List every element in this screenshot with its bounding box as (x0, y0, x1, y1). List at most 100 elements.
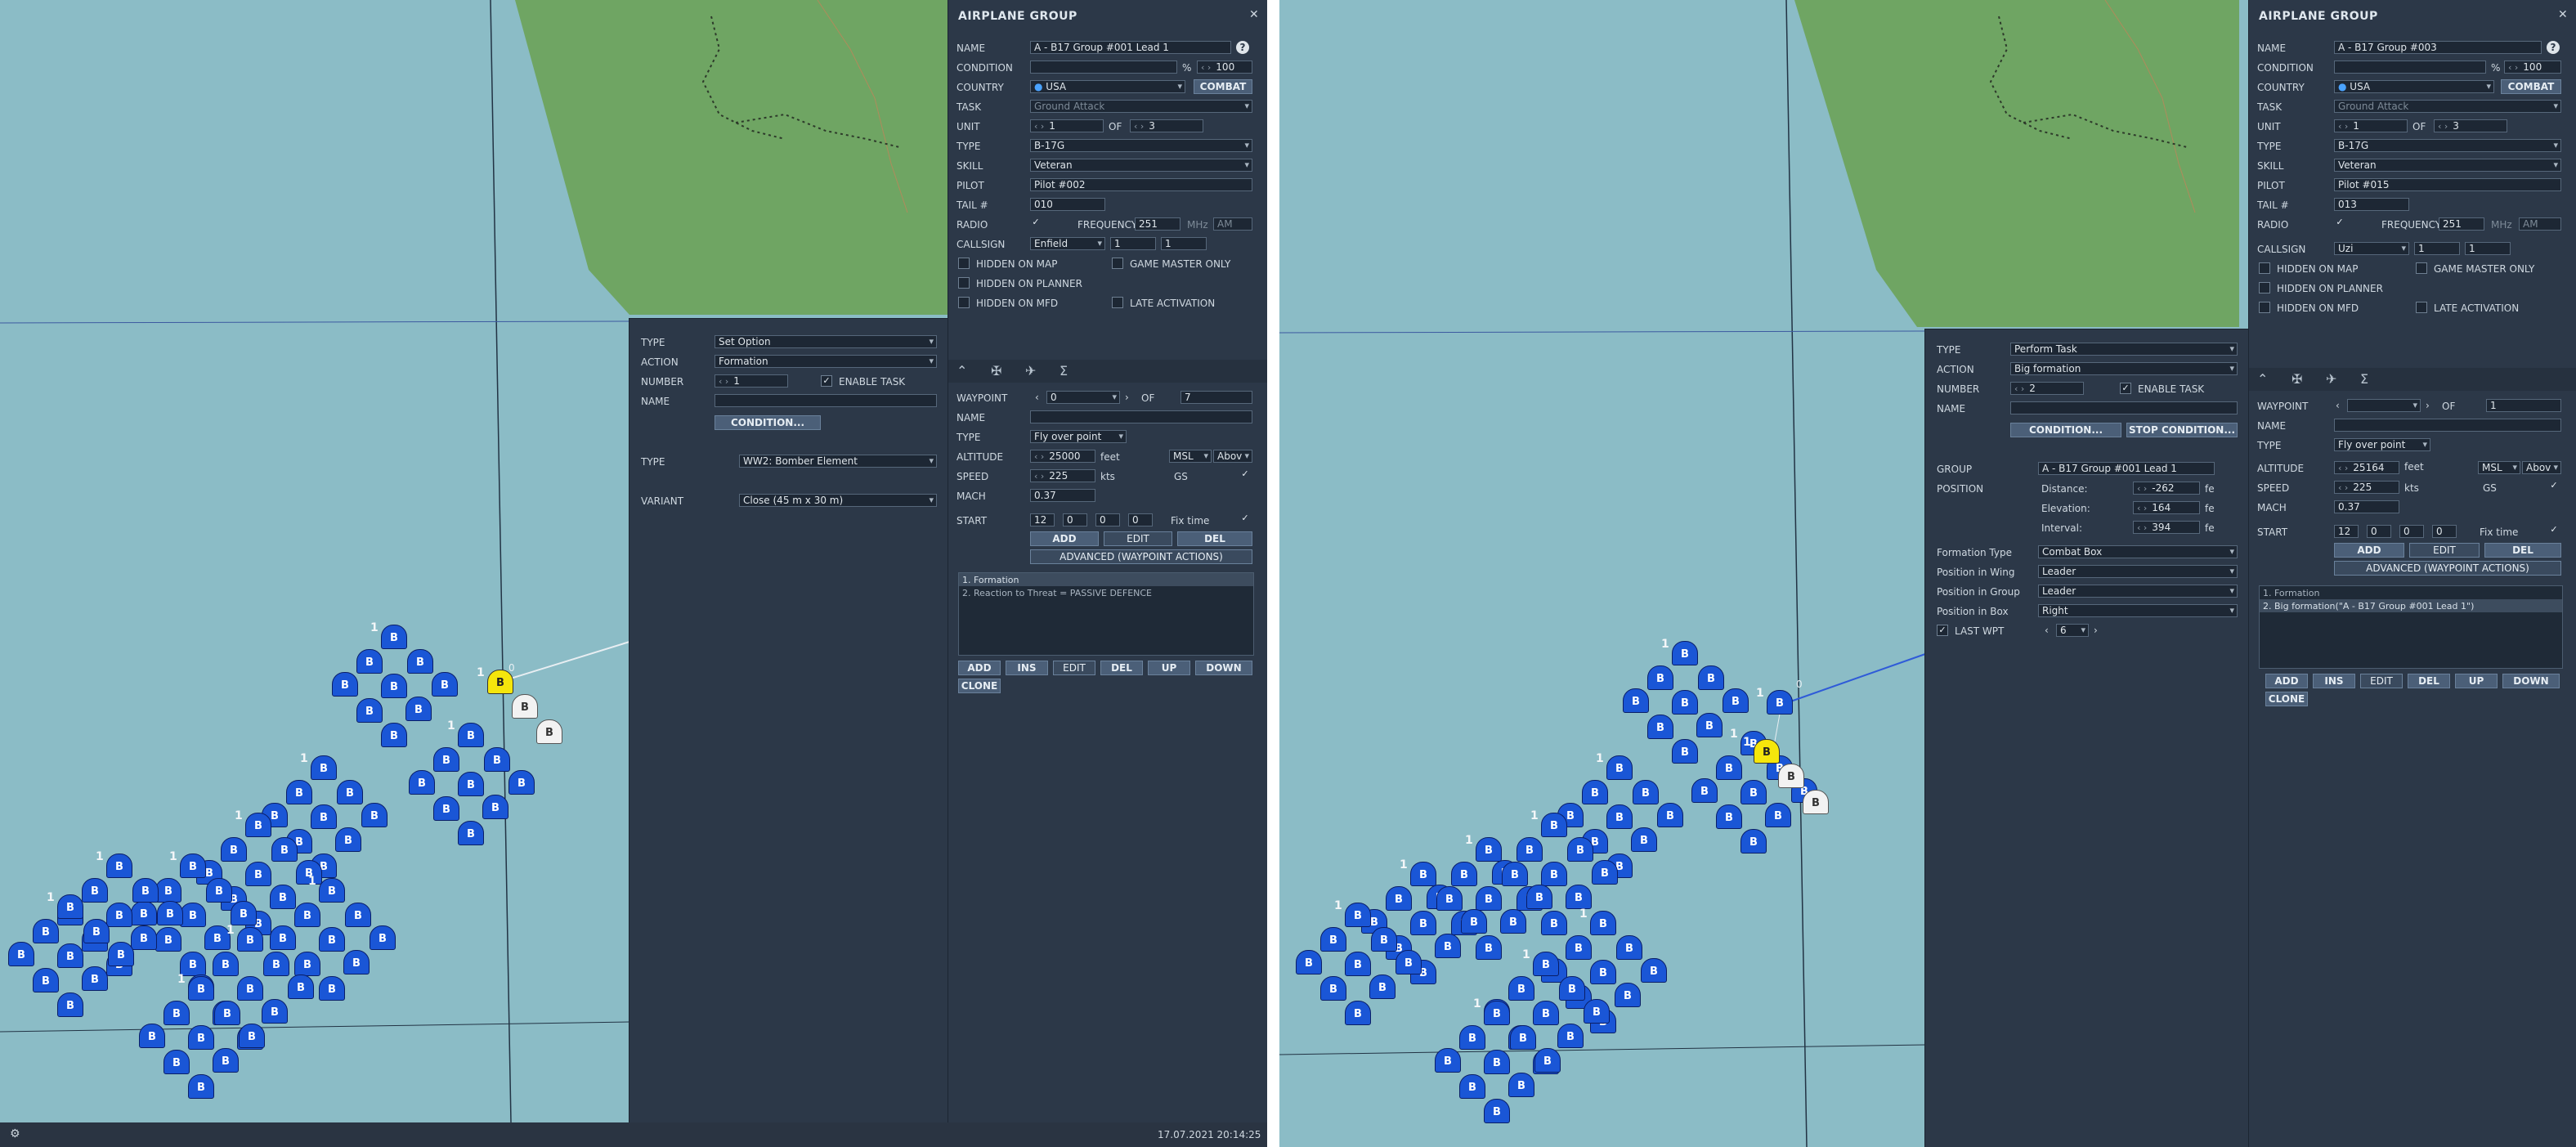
start-minutes[interactable]: 0 (1063, 513, 1087, 526)
bomber-icon[interactable]: B1 (1743, 736, 1780, 764)
bomber-icon[interactable]: B (57, 989, 83, 1017)
bomber-icon[interactable]: B (270, 881, 296, 909)
bomber-icon[interactable]: B (458, 818, 484, 845)
frequency-input[interactable]: 251 (1135, 217, 1180, 231)
bomber-icon[interactable]: B (270, 922, 296, 950)
bomber-icon[interactable]: B1 (1465, 834, 1502, 862)
bomber-icon[interactable]: B (512, 691, 538, 719)
bomber-icon[interactable]: B (484, 744, 510, 772)
advanced-actions-button[interactable]: ADVANCED (WAYPOINT ACTIONS) (2334, 561, 2561, 576)
bomber-icon[interactable]: B (33, 916, 59, 943)
bomber-icon[interactable]: B (1436, 883, 1463, 911)
action-edit-button[interactable]: EDIT (2360, 674, 2403, 688)
position-wing-select[interactable]: Leader (2038, 565, 2238, 578)
bomber-icon[interactable]: B (1592, 857, 1618, 885)
start-hours[interactable]: 12 (2334, 525, 2359, 538)
bomber-icon[interactable]: B (1320, 973, 1346, 1001)
bomber-icon[interactable]: B1 (370, 621, 407, 649)
last-wpt-checkbox[interactable]: ✓ (1937, 625, 1948, 636)
bomber-icon[interactable]: B (221, 834, 247, 862)
tab-aircraft-icon[interactable]: ✈ (2326, 371, 2336, 387)
enable-task-checkbox[interactable]: ✓ (821, 375, 832, 387)
tab-summary-icon[interactable]: Σ (1060, 363, 1068, 379)
bomber-icon[interactable]: B1 (447, 719, 484, 747)
start-seconds[interactable]: 0 (2399, 525, 2424, 538)
unit-stepper[interactable]: 1 (2334, 119, 2408, 132)
bomber-icon[interactable]: B (1672, 736, 1698, 764)
bomber-icon[interactable]: B (213, 1045, 239, 1073)
wp-name-input[interactable] (2334, 419, 2561, 432)
bomber-icon[interactable]: B1 (1530, 809, 1567, 837)
mach-input[interactable]: 0.37 (2334, 500, 2399, 513)
bomber-icon[interactable]: B (57, 940, 83, 968)
distance-input[interactable]: -262 (2133, 482, 2200, 495)
bomber-icon[interactable]: B1 (1473, 997, 1510, 1025)
start-seconds[interactable]: 0 (1095, 513, 1120, 526)
list-item[interactable]: 2. Reaction to Threat = PASSIVE DEFENCE (959, 586, 1253, 599)
country-select[interactable]: ● USA (1030, 80, 1185, 93)
bomber-icon[interactable]: B1 (1522, 948, 1559, 976)
type-select[interactable]: Perform Task (2010, 343, 2238, 356)
unit-total-stepper[interactable]: 3 (1130, 119, 1203, 132)
bomber-icon[interactable]: B (245, 858, 271, 886)
position-box-select[interactable]: Right (2038, 604, 2238, 617)
wp-del-button[interactable]: DEL (2484, 543, 2561, 558)
am-select[interactable]: AM (1213, 217, 1252, 231)
bomber-icon[interactable]: B (1459, 1071, 1485, 1099)
bomber-icon[interactable]: B (1345, 948, 1371, 976)
bomber-icon[interactable]: B (405, 693, 432, 721)
formation-type-select[interactable]: WW2: Bomber Element (739, 455, 937, 468)
country-select[interactable]: ● USA (2334, 80, 2494, 93)
bomber-icon[interactable]: B (132, 875, 159, 903)
bomber-icon[interactable]: B (345, 899, 371, 927)
bomber-icon[interactable]: B1 (308, 875, 345, 903)
bomber-icon[interactable]: B (164, 997, 190, 1025)
bomber-icon[interactable]: B (263, 948, 289, 976)
late-activation-checkbox[interactable] (2416, 302, 2427, 313)
hidden-map-checkbox[interactable] (2259, 262, 2270, 274)
formation-type-select[interactable]: Combat Box (2038, 545, 2238, 558)
bomber-icon[interactable]: B (482, 791, 508, 819)
help-icon[interactable]: ? (1236, 41, 1249, 54)
list-item[interactable]: 1. Formation (959, 573, 1253, 586)
bomber-icon[interactable]: B (381, 670, 407, 698)
bomber-icon[interactable]: B (106, 899, 132, 927)
bomber-icon[interactable]: B (131, 922, 157, 950)
advanced-actions-button[interactable]: ADVANCED (WAYPOINT ACTIONS) (1030, 549, 1252, 564)
stop-condition-button[interactable]: STOP CONDITION... (2126, 423, 2238, 437)
fix-time-checkbox[interactable]: ✓ (1239, 513, 1251, 525)
start-extra[interactable]: 0 (2432, 525, 2457, 538)
bomber-icon[interactable]: B (231, 898, 257, 925)
bomber-icon[interactable]: B1 (177, 973, 214, 1001)
bomber-icon[interactable]: B1 (300, 752, 337, 780)
bomber-icon[interactable]: B (1696, 710, 1723, 737)
bomber-icon[interactable]: B1 (226, 924, 263, 952)
callsign-number-2[interactable]: 1 (1161, 237, 1207, 250)
actions-list[interactable]: 1. Formation 2. Big formation("A - B17 G… (2259, 585, 2563, 669)
bomber-icon[interactable]: B (214, 997, 240, 1025)
bomber-icon[interactable]: B (82, 963, 108, 991)
bomber-icon[interactable]: B1 (1334, 899, 1371, 927)
bomber-icon[interactable]: B (332, 669, 358, 697)
action-edit-button[interactable]: EDIT (1053, 661, 1095, 675)
number-stepper[interactable]: 2 (2010, 382, 2084, 395)
bomber-icon[interactable]: B (433, 744, 459, 772)
bomber-icon[interactable]: B (1461, 906, 1487, 934)
bomber-icon[interactable]: B1 (1596, 752, 1633, 780)
above-select[interactable]: Abov (2522, 461, 2561, 474)
bomber-icon[interactable]: B (356, 646, 383, 674)
next-wpt-icon[interactable]: › (2094, 625, 2098, 636)
bomber-icon[interactable]: B (164, 1046, 190, 1074)
bomber-icon[interactable]: B (1410, 907, 1436, 935)
next-waypoint-icon[interactable]: › (1125, 392, 1129, 403)
type-select[interactable]: B-17G (2334, 139, 2561, 152)
bomber-icon[interactable]: B (361, 800, 388, 827)
wp-type-select[interactable]: Fly over point (1030, 430, 1127, 443)
bomber-icon[interactable]: B (1765, 800, 1791, 827)
above-select[interactable]: Abov (1213, 450, 1252, 463)
bomber-icon[interactable]: B (139, 1020, 165, 1048)
bomber-icon[interactable]: B (1631, 824, 1657, 852)
condition-value[interactable]: 100 (2504, 60, 2561, 74)
bomber-icon[interactable]: B (1657, 800, 1683, 827)
bomber-icon[interactable]: B1 (47, 891, 83, 919)
